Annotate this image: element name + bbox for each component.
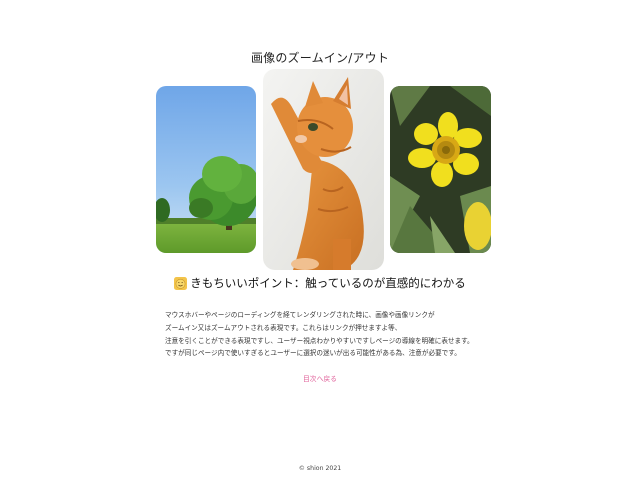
cat-image[interactable] — [263, 69, 384, 270]
smiley-face-icon — [174, 276, 188, 290]
description-line: ですが同じページ内で使いすぎるとユーザーに選択の迷いが出る可能性がある為、注意が… — [165, 349, 461, 358]
flower-image[interactable] — [390, 86, 491, 253]
tree-photo-icon — [156, 86, 256, 253]
page: 画像のズームイン/アウト きもちいいポイント：触っているのが直感的にわかる マウ… — [0, 0, 640, 486]
section-heading: きもちいいポイント：触っているのが直感的にわかる — [0, 275, 640, 291]
description: マウスホバーやページのローディングを経てレンダリングされた時に、画像や画像リンク… — [165, 309, 525, 360]
description-line: ズームイン又はズームアウトされる表現です。これらはリンクが押せますよ等、 — [165, 323, 402, 332]
description-line: 注意を引くことができる表現ですし、ユーザー視点わかりやすいですしページの導線を明… — [165, 336, 474, 345]
page-title: 画像のズームイン/アウト — [250, 51, 390, 65]
flower-photo-icon — [390, 86, 491, 253]
footer-copyright: © shion 2021 — [298, 465, 342, 472]
cat-photo-icon — [263, 69, 384, 270]
tree-image[interactable] — [156, 86, 256, 253]
description-line: マウスホバーやページのローディングを経てレンダリングされた時に、画像や画像リンク… — [165, 311, 435, 319]
section-heading-text: きもちいいポイント：触っているのが直感的にわかる — [190, 276, 466, 290]
back-to-index-link[interactable]: 目次へ戻る — [0, 373, 640, 383]
